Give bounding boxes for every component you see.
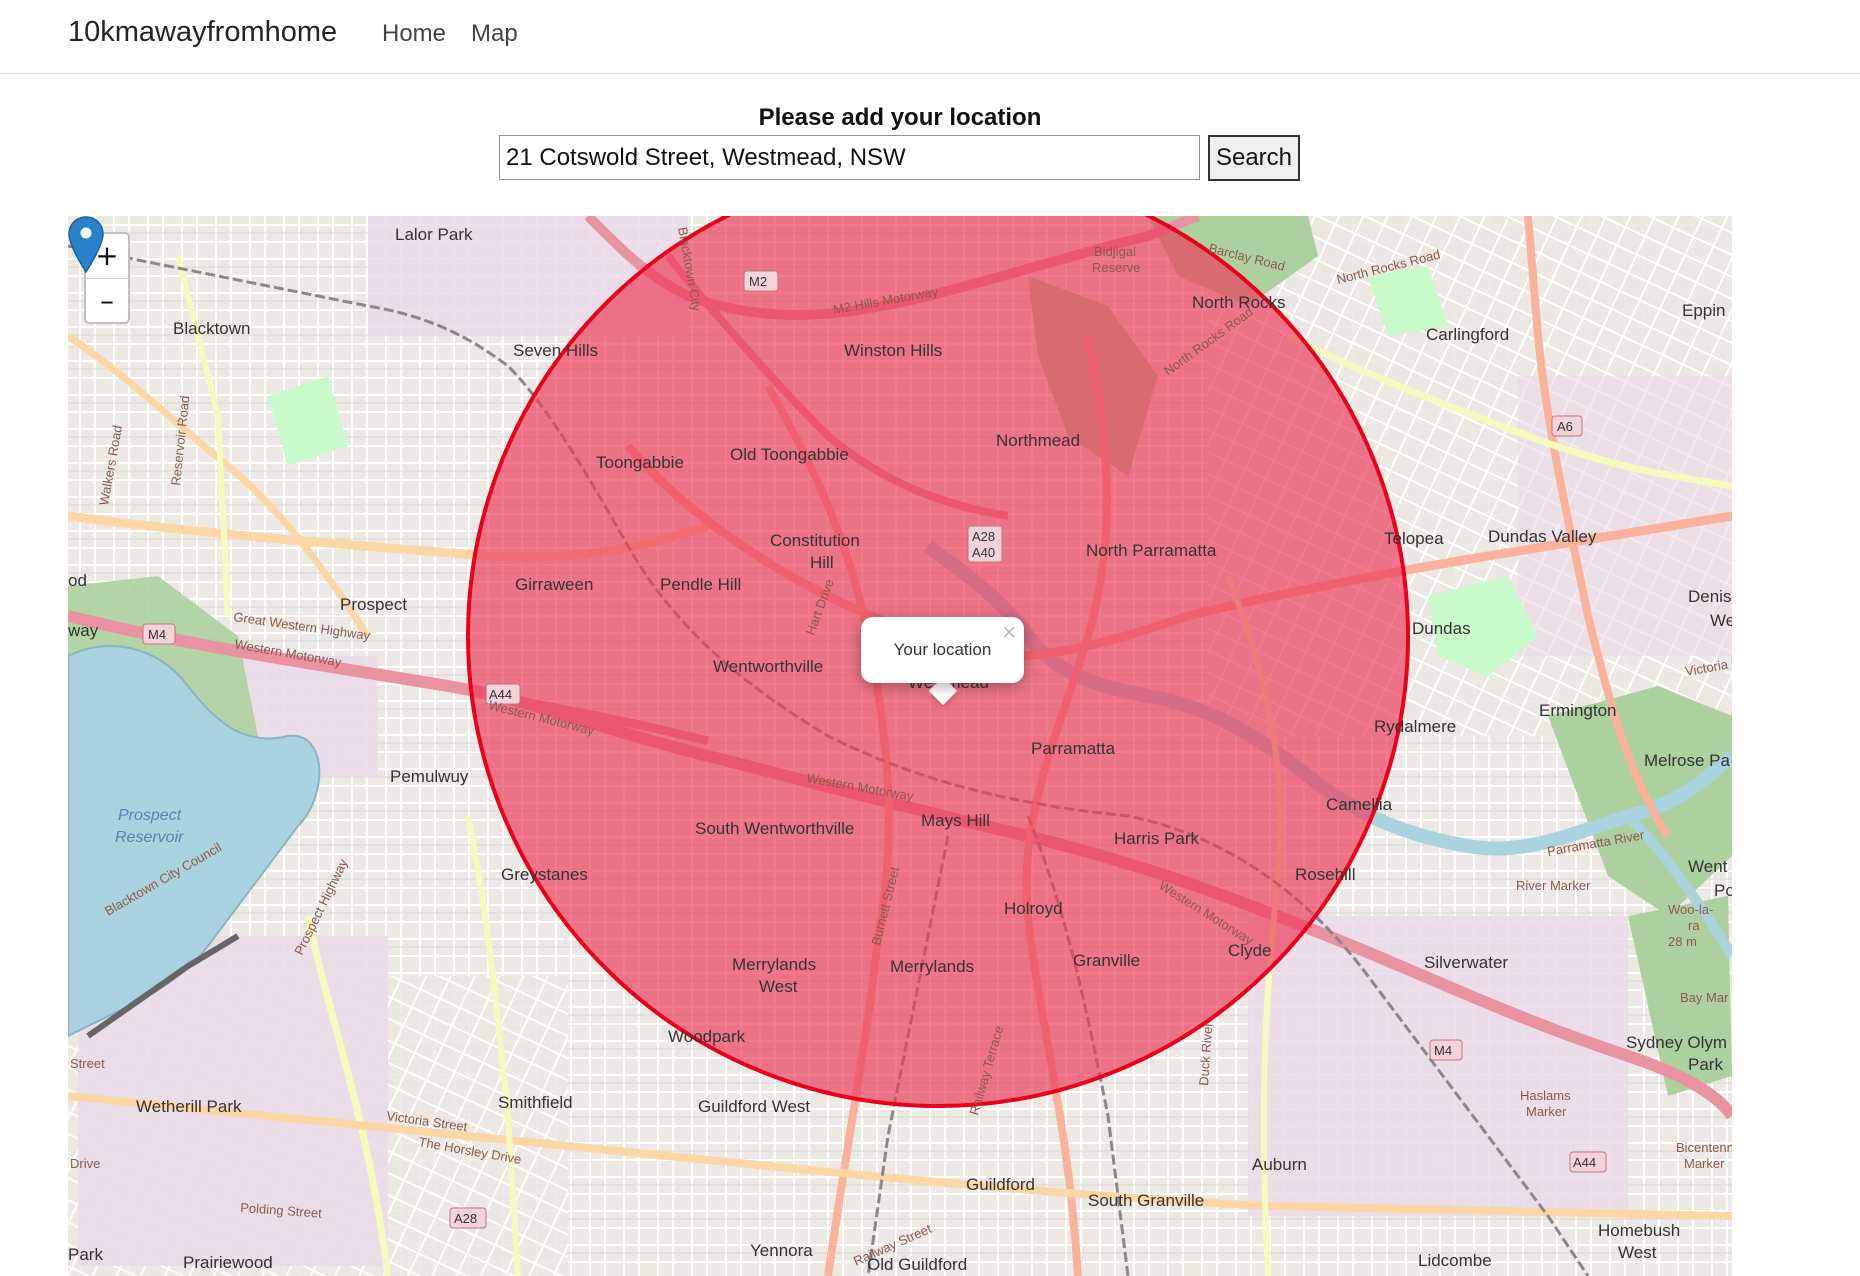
svg-text:Toongabbie: Toongabbie bbox=[596, 453, 684, 472]
location-input[interactable] bbox=[499, 135, 1200, 180]
svg-text:Street: Street bbox=[70, 1056, 105, 1071]
svg-text:Ermington: Ermington bbox=[1539, 701, 1616, 720]
zoom-out-button[interactable]: – bbox=[86, 279, 128, 322]
svg-text:A40: A40 bbox=[972, 545, 995, 560]
svg-text:M4: M4 bbox=[1434, 1043, 1452, 1058]
svg-text:Wetherill Park: Wetherill Park bbox=[136, 1097, 242, 1116]
svg-text:Yennora: Yennora bbox=[750, 1241, 813, 1260]
svg-text:Dundas Valley: Dundas Valley bbox=[1488, 527, 1597, 546]
popup-text: Your location bbox=[893, 640, 992, 659]
svg-text:Seven Hills: Seven Hills bbox=[513, 341, 598, 360]
svg-text:Pendle Hill: Pendle Hill bbox=[660, 575, 741, 594]
svg-text:Constitution: Constitution bbox=[770, 531, 860, 550]
svg-text:South Wentworthville: South Wentworthville bbox=[695, 819, 854, 838]
nav-home-link[interactable]: Home bbox=[382, 20, 446, 48]
svg-text:Camellia: Camellia bbox=[1326, 795, 1393, 814]
svg-text:Girraween: Girraween bbox=[515, 575, 593, 594]
svg-text:Winston Hills: Winston Hills bbox=[844, 341, 942, 360]
svg-text:Denis: Denis bbox=[1688, 587, 1731, 606]
svg-text:Woo-la-: Woo-la- bbox=[1668, 902, 1713, 917]
svg-text:Rydalmere: Rydalmere bbox=[1374, 717, 1456, 736]
svg-text:Prospect: Prospect bbox=[340, 595, 407, 614]
svg-text:Pemulwuy: Pemulwuy bbox=[390, 767, 469, 786]
svg-text:Merrylands: Merrylands bbox=[732, 955, 816, 974]
svg-text:M4: M4 bbox=[148, 627, 166, 642]
svg-text:Prairiewood: Prairiewood bbox=[183, 1253, 273, 1272]
svg-text:Bicentenn: Bicentenn bbox=[1676, 1140, 1732, 1155]
svg-text:South Granville: South Granville bbox=[1088, 1191, 1204, 1210]
svg-text:Merrylands: Merrylands bbox=[890, 957, 974, 976]
svg-text:A28: A28 bbox=[454, 1211, 477, 1226]
svg-text:Silverwater: Silverwater bbox=[1424, 953, 1508, 972]
svg-text:Marker: Marker bbox=[1684, 1156, 1725, 1171]
svg-text:Bidjigal: Bidjigal bbox=[1094, 244, 1136, 259]
location-marker-icon[interactable] bbox=[68, 216, 104, 274]
svg-text:Greystanes: Greystanes bbox=[501, 865, 588, 884]
svg-text:Wentworthville: Wentworthville bbox=[713, 657, 823, 676]
svg-text:West: West bbox=[1618, 1243, 1657, 1262]
svg-text:River Marker: River Marker bbox=[1516, 878, 1591, 893]
svg-text:Park: Park bbox=[1688, 1055, 1723, 1074]
svg-text:West: West bbox=[759, 977, 798, 996]
svg-text:Po: Po bbox=[1714, 881, 1732, 900]
svg-text:Melrose Pa: Melrose Pa bbox=[1644, 751, 1731, 770]
svg-text:Homebush: Homebush bbox=[1598, 1221, 1680, 1240]
svg-text:Harris Park: Harris Park bbox=[1114, 829, 1200, 848]
svg-text:M2: M2 bbox=[749, 274, 767, 289]
svg-text:Blacktown: Blacktown bbox=[173, 319, 250, 338]
nav-map-link[interactable]: Map bbox=[471, 20, 518, 48]
svg-text:Haslams: Haslams bbox=[1520, 1088, 1571, 1103]
svg-text:Holroyd: Holroyd bbox=[1004, 899, 1063, 918]
svg-text:Eppin: Eppin bbox=[1682, 301, 1725, 320]
svg-text:Rosehill: Rosehill bbox=[1295, 865, 1355, 884]
svg-text:Lalor Park: Lalor Park bbox=[395, 225, 473, 244]
svg-text:North Parramatta: North Parramatta bbox=[1086, 541, 1217, 560]
svg-text:ra: ra bbox=[1688, 918, 1700, 933]
svg-text:Dundas: Dundas bbox=[1412, 619, 1471, 638]
svg-text:Telopea: Telopea bbox=[1384, 529, 1444, 548]
svg-text:Smithfield: Smithfield bbox=[498, 1093, 573, 1112]
svg-text:od: od bbox=[68, 571, 87, 590]
svg-text:Woodpark: Woodpark bbox=[668, 1027, 746, 1046]
location-heading: Please add your location bbox=[758, 104, 1042, 131]
map-view[interactable]: M2 A28 A40 M4 A44 A6 M4 A44 A28 Lalor Pa… bbox=[68, 216, 1732, 1276]
svg-text:28 m: 28 m bbox=[1668, 934, 1697, 949]
svg-text:Sydney Olym: Sydney Olym bbox=[1626, 1033, 1727, 1052]
svg-text:Auburn: Auburn bbox=[1252, 1155, 1307, 1174]
svg-text:way: way bbox=[68, 621, 99, 640]
svg-text:Lidcombe: Lidcombe bbox=[1418, 1251, 1492, 1270]
map-tiles: M2 A28 A40 M4 A44 A6 M4 A44 A28 Lalor Pa… bbox=[68, 216, 1732, 1276]
svg-text:Old Toongabbie: Old Toongabbie bbox=[730, 445, 849, 464]
svg-text:Bay Mar: Bay Mar bbox=[1680, 990, 1729, 1005]
svg-text:Guildford West: Guildford West bbox=[698, 1097, 810, 1116]
location-popup: Your location × bbox=[861, 617, 1024, 683]
svg-text:A28: A28 bbox=[972, 529, 995, 544]
svg-text:Northmead: Northmead bbox=[996, 431, 1080, 450]
svg-text:A44: A44 bbox=[1573, 1155, 1596, 1170]
navbar: 10kmawayfromhome Home Map bbox=[0, 0, 1860, 74]
svg-text:We: We bbox=[1710, 611, 1732, 630]
popup-close-icon[interactable]: × bbox=[1001, 621, 1017, 643]
svg-text:Hill: Hill bbox=[810, 553, 834, 572]
svg-text:Mays Hill: Mays Hill bbox=[921, 811, 990, 830]
svg-text:Guildford: Guildford bbox=[966, 1175, 1035, 1194]
svg-text:Granville: Granville bbox=[1073, 951, 1140, 970]
svg-text:Reserve: Reserve bbox=[1092, 260, 1140, 275]
svg-text:A6: A6 bbox=[1557, 419, 1573, 434]
svg-text:Carlingford: Carlingford bbox=[1426, 325, 1509, 344]
svg-text:Old Guildford: Old Guildford bbox=[867, 1255, 967, 1274]
svg-text:Reservoir: Reservoir bbox=[115, 829, 184, 846]
svg-text:Parramatta: Parramatta bbox=[1031, 739, 1116, 758]
search-button[interactable]: Search bbox=[1208, 135, 1300, 181]
brand-link[interactable]: 10kmawayfromhome bbox=[68, 16, 337, 49]
svg-text:Went: Went bbox=[1688, 857, 1728, 876]
svg-text:Marker: Marker bbox=[1526, 1104, 1567, 1119]
svg-text:Prospect: Prospect bbox=[118, 807, 182, 824]
svg-text:Park: Park bbox=[68, 1245, 103, 1264]
svg-text:Drive: Drive bbox=[70, 1156, 100, 1171]
